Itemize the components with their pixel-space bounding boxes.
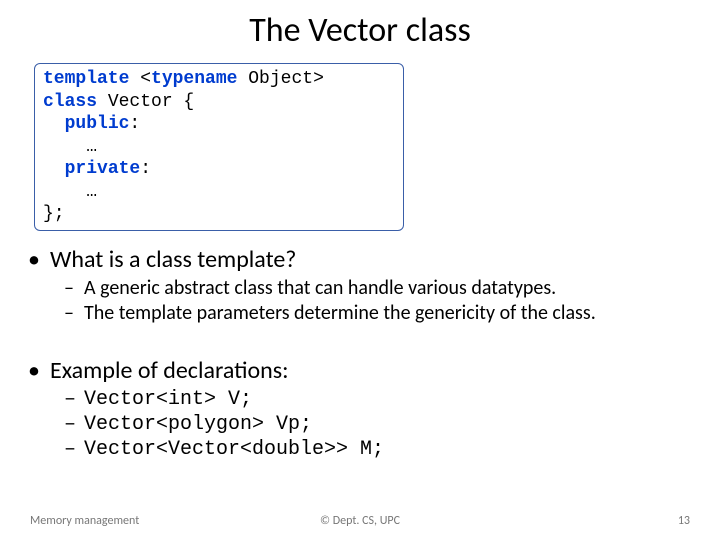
code-text: Object> — [237, 69, 323, 89]
code-text: < — [129, 69, 151, 89]
bullet-example: Vector<Vector<double>> M; — [20, 437, 700, 462]
page-title: The Vector class — [0, 0, 720, 63]
bullet-answer: The template parameters determine the ge… — [20, 301, 700, 326]
bullet-example: Vector<int> V; — [20, 387, 700, 412]
code-kw: template — [43, 69, 129, 89]
bullet-question-2: Example of declarations: — [20, 356, 700, 385]
footer-page-number: 13 — [678, 514, 690, 528]
code-kw: public — [65, 114, 130, 134]
bullet-example: Vector<polygon> Vp; — [20, 412, 700, 437]
code-text: … — [43, 182, 97, 202]
footer-center: © Dept. CS, UPC — [0, 514, 720, 528]
code-text: }; — [43, 204, 65, 224]
code-text: … — [43, 137, 97, 157]
code-kw: private — [65, 159, 141, 179]
slide: The Vector class template <typename Obje… — [0, 0, 720, 540]
bullet-answer: A generic abstract class that can handle… — [20, 276, 700, 301]
bullet-question-1: What is a class template? — [20, 245, 700, 274]
code-text: : — [129, 114, 140, 134]
code-kw: class — [43, 92, 97, 112]
body-content: What is a class template? A generic abst… — [20, 245, 700, 462]
code-kw: typename — [151, 69, 237, 89]
code-box: template <typename Object> class Vector … — [34, 63, 404, 231]
code-text: : — [140, 159, 151, 179]
code-text — [43, 159, 65, 179]
code-text — [43, 114, 65, 134]
code-text: Vector { — [97, 92, 194, 112]
